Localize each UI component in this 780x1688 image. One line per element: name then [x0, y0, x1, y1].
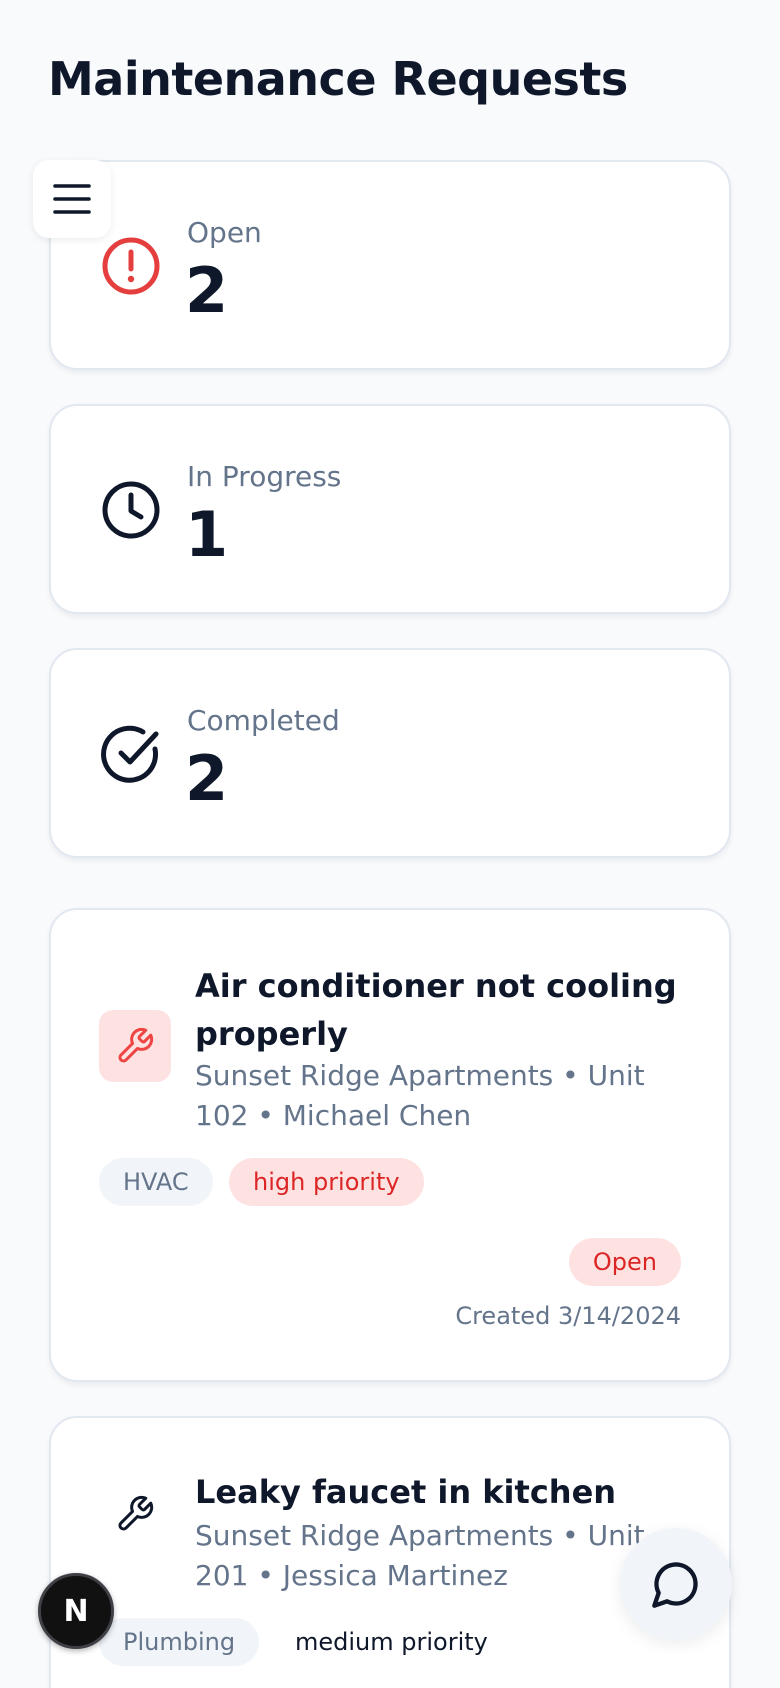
request-card[interactable]: Air conditioner not cooling properly Sun… [49, 908, 731, 1382]
stat-value: 1 [185, 498, 229, 571]
wrench-icon [118, 1495, 154, 1531]
clock-icon [102, 481, 160, 539]
next-js-badge-button[interactable]: N [38, 1573, 114, 1649]
category-tag: Plumbing [99, 1618, 260, 1666]
request-meta: Sunset Ridge Apartments • Unit 102 • Mic… [195, 1059, 645, 1132]
request-icon-box [99, 1478, 171, 1550]
created-date: Created 3/14/2024 [455, 1302, 681, 1330]
check-circle-icon [101, 725, 159, 783]
stat-label: Completed [187, 704, 340, 737]
priority-tag: medium priority [295, 1628, 488, 1656]
stat-label: Open [187, 216, 262, 249]
wrench-icon [118, 1027, 154, 1063]
category-tag: HVAC [99, 1158, 213, 1206]
n-logo-icon: N [63, 1593, 89, 1629]
stat-value: 2 [185, 254, 229, 327]
stat-label: In Progress [187, 460, 342, 493]
stat-card-completed[interactable]: Completed 2 [49, 648, 731, 858]
hamburger-icon [53, 184, 91, 214]
stat-card-in-progress[interactable]: In Progress 1 [49, 404, 731, 614]
request-icon-box [99, 1010, 171, 1082]
chat-button[interactable] [620, 1528, 732, 1640]
request-title: Air conditioner not cooling properly [195, 967, 677, 1053]
page-title: Maintenance Requests [48, 52, 628, 106]
status-badge: Open [568, 1238, 681, 1286]
request-title: Leaky faucet in kitchen [195, 1473, 617, 1511]
stat-card-open[interactable]: Open 2 [49, 160, 731, 370]
chat-bubble-icon [652, 1562, 698, 1608]
priority-tag: high priority [229, 1158, 424, 1206]
alert-circle-icon [102, 237, 160, 295]
stat-value: 2 [185, 742, 229, 815]
menu-button[interactable] [33, 160, 111, 238]
